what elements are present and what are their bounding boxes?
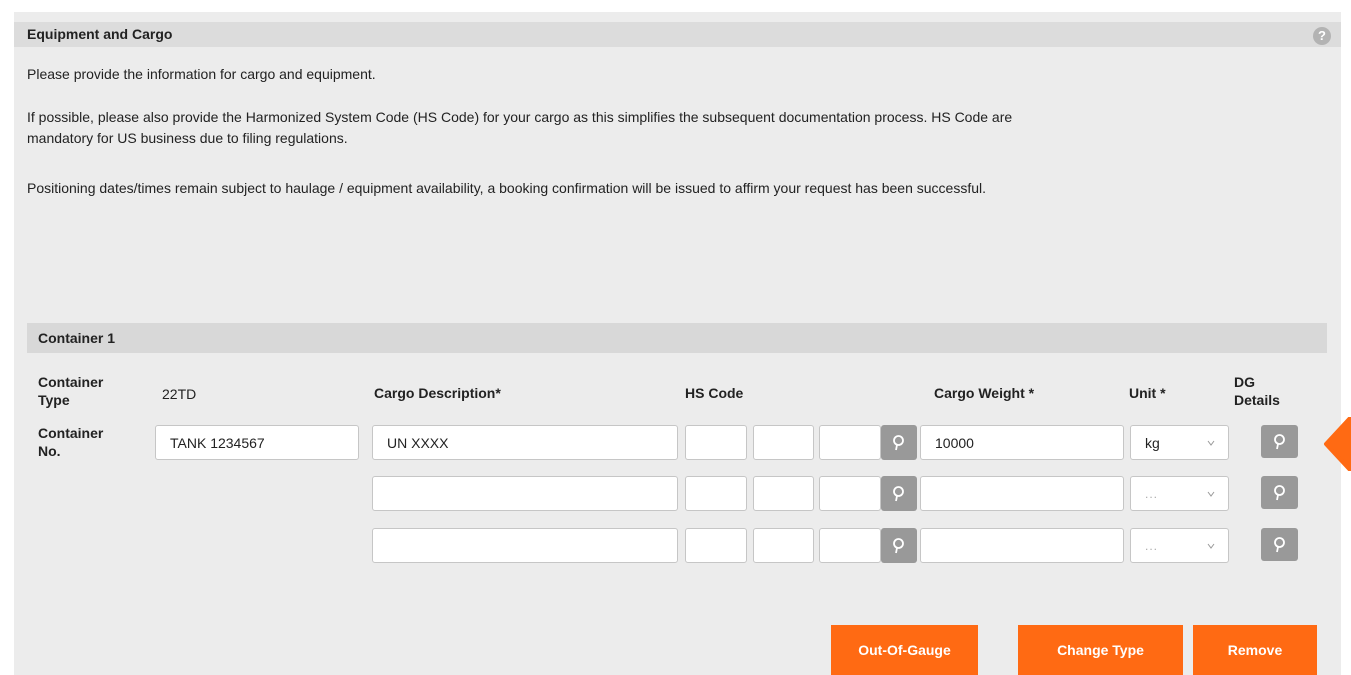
change-type-button[interactable]: Change Type bbox=[1018, 625, 1183, 675]
unit-header: Unit * bbox=[1129, 385, 1166, 401]
unit-select-value: ... bbox=[1145, 539, 1159, 553]
hs-code-part2-input[interactable] bbox=[753, 476, 814, 511]
chevron-down-icon bbox=[1207, 440, 1215, 446]
hs-code-header: HS Code bbox=[685, 385, 744, 401]
intro-text: Please provide the information for cargo… bbox=[27, 66, 376, 82]
search-icon bbox=[893, 537, 904, 553]
container-type-value: 22TD bbox=[162, 386, 197, 402]
cargo-description-header: Cargo Description* bbox=[374, 385, 501, 401]
container-title: Container 1 bbox=[38, 330, 116, 346]
container-no-input[interactable] bbox=[155, 425, 359, 460]
caret-left-icon[interactable] bbox=[1321, 417, 1351, 471]
remove-button[interactable]: Remove bbox=[1193, 625, 1317, 675]
unit-select-value: ... bbox=[1145, 487, 1159, 501]
hs-code-part2-input[interactable] bbox=[753, 425, 814, 460]
unit-select[interactable]: kg bbox=[1130, 425, 1229, 460]
container-header bbox=[27, 323, 1327, 353]
section-title: Equipment and Cargo bbox=[27, 26, 173, 42]
dg-details-button[interactable] bbox=[1261, 476, 1298, 509]
positioning-note: Positioning dates/times remain subject t… bbox=[27, 180, 986, 196]
container-type-label: Container Type bbox=[38, 374, 104, 408]
hs-code-part3-input[interactable] bbox=[819, 476, 881, 511]
cargo-description-input[interactable] bbox=[372, 528, 678, 563]
search-icon bbox=[1273, 536, 1285, 552]
unit-select[interactable]: ... bbox=[1130, 528, 1229, 563]
cargo-weight-input[interactable] bbox=[920, 425, 1124, 460]
dg-details-header: DG Details bbox=[1234, 374, 1280, 408]
hs-note-line2: mandatory for US business due to filing … bbox=[27, 130, 348, 146]
unit-select[interactable]: ... bbox=[1130, 476, 1229, 511]
search-icon bbox=[893, 485, 904, 501]
hs-code-part1-input[interactable] bbox=[685, 528, 747, 563]
container-no-label: Container No. bbox=[38, 425, 104, 459]
hs-code-part1-input[interactable] bbox=[685, 425, 747, 460]
question-icon[interactable]: ? bbox=[1313, 27, 1331, 45]
cargo-weight-input[interactable] bbox=[920, 528, 1124, 563]
unit-select-value: kg bbox=[1145, 435, 1160, 451]
hs-code-search-button[interactable] bbox=[881, 425, 917, 460]
search-icon bbox=[1273, 484, 1285, 500]
hs-note-line1: If possible, please also provide the Har… bbox=[27, 109, 1013, 125]
cargo-weight-input[interactable] bbox=[920, 476, 1124, 511]
search-icon bbox=[1273, 433, 1285, 449]
hs-code-part3-input[interactable] bbox=[819, 425, 881, 460]
search-icon bbox=[893, 434, 904, 450]
chevron-down-icon bbox=[1207, 491, 1215, 497]
out-of-gauge-button[interactable]: Out-Of-Gauge bbox=[831, 625, 978, 675]
chevron-down-icon bbox=[1207, 543, 1215, 549]
dg-details-button[interactable] bbox=[1261, 425, 1298, 458]
hs-code-part2-input[interactable] bbox=[753, 528, 814, 563]
hs-code-search-button[interactable] bbox=[881, 476, 917, 511]
dg-details-button[interactable] bbox=[1261, 528, 1298, 561]
cargo-description-input[interactable] bbox=[372, 476, 678, 511]
section-header bbox=[14, 22, 1341, 47]
hs-code-search-button[interactable] bbox=[881, 528, 917, 563]
hs-code-part3-input[interactable] bbox=[819, 528, 881, 563]
cargo-description-input[interactable] bbox=[372, 425, 678, 460]
hs-code-part1-input[interactable] bbox=[685, 476, 747, 511]
cargo-weight-header: Cargo Weight * bbox=[934, 385, 1035, 401]
